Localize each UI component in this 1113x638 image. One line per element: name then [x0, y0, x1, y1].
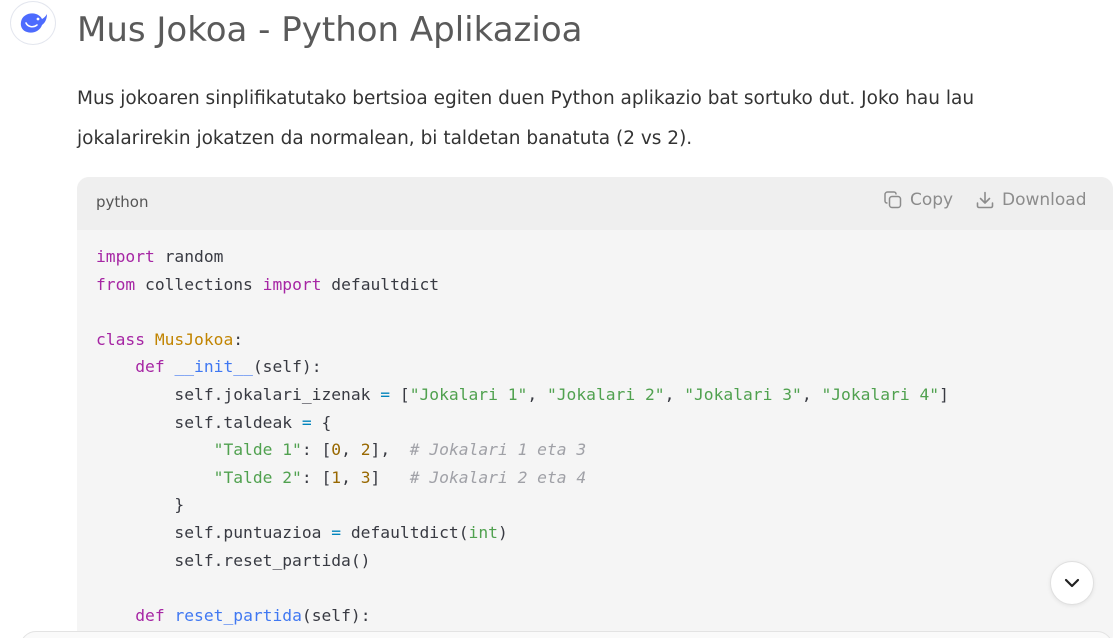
- code-line: "Talde 1": [0, 2], # Jokalari 1 eta 3: [96, 436, 949, 464]
- code-token: }: [96, 495, 185, 515]
- code-line: self.puntuazioa = defaultdict(int): [96, 519, 949, 547]
- operator-token: =: [331, 522, 342, 542]
- code-token: self.reset_partida(): [96, 550, 371, 570]
- keyword-token: def: [135, 605, 165, 625]
- operator-token: =: [380, 384, 391, 404]
- code-content: import random from collections import def…: [96, 243, 949, 629]
- keyword-token: def: [135, 357, 165, 377]
- message-intro: Mus jokoaren sinplifikatutako bertsioa e…: [77, 88, 975, 149]
- keyword-token: from: [96, 274, 136, 294]
- code-token: ,: [801, 384, 822, 404]
- code-token: collections: [135, 274, 263, 294]
- code-token: ,: [664, 384, 685, 404]
- code-line: self.taldeak = {: [96, 409, 949, 437]
- code-token: defaultdict: [321, 274, 440, 294]
- copy-button-label: Copy: [910, 190, 954, 210]
- keyword-token: class: [96, 329, 146, 349]
- deepseek-whale-icon: [20, 13, 47, 33]
- code-token: {: [311, 412, 332, 432]
- copy-button[interactable]: Copy: [883, 190, 953, 210]
- code-token: (self):: [301, 605, 371, 625]
- code-token: ): [497, 522, 508, 542]
- code-token: ,: [527, 384, 547, 404]
- code-token: defaultdict(: [341, 522, 469, 542]
- code-token: :: [233, 329, 244, 349]
- assistant-avatar: [10, 1, 56, 45]
- code-token: ,: [341, 467, 361, 487]
- message-composer[interactable]: [20, 631, 1113, 638]
- code-line: self.reset_partida(): [96, 547, 949, 575]
- code-token: [: [390, 384, 410, 404]
- code-token: ],: [370, 440, 410, 460]
- scroll-to-bottom-button[interactable]: [1050, 561, 1094, 605]
- code-token: self.puntuazioa: [96, 522, 332, 542]
- message-title: Mus Jokoa - Python Aplikazioa: [77, 10, 583, 50]
- chat-page: Mus Jokoa - Python Aplikazioa Mus jokoar…: [0, 0, 1113, 638]
- builtin-token: int: [468, 522, 498, 542]
- code-token: : [: [301, 440, 332, 460]
- number-token: 3: [360, 467, 371, 487]
- code-language-label: python: [96, 193, 149, 211]
- code-line: from collections import defaultdict: [96, 271, 949, 299]
- code-token: ]: [939, 384, 949, 404]
- code-line: def __init__(self):: [96, 353, 949, 381]
- code-line: }: [96, 491, 949, 519]
- code-token: ,: [341, 440, 361, 460]
- code-token: : [: [301, 467, 332, 487]
- comment-token: # Jokalari 1 eta 3: [409, 440, 587, 460]
- code-line: import random: [96, 243, 949, 271]
- keyword-token: import: [96, 247, 155, 266]
- string-token: "Jokalari 2": [546, 384, 665, 404]
- code-line: "Talde 2": [1, 3] # Jokalari 2 eta 4: [96, 464, 949, 492]
- string-token: "Talde 2": [213, 467, 302, 487]
- chevron-down-icon: [1064, 578, 1080, 588]
- function-name-token: __init__: [174, 357, 253, 377]
- string-token: "Jokalari 4": [821, 384, 940, 404]
- download-button[interactable]: Download: [975, 190, 1087, 210]
- code-line: def reset_partida(self):: [96, 602, 949, 630]
- keyword-token: import: [262, 274, 322, 294]
- code-token: ]: [370, 467, 410, 487]
- string-token: "Jokalari 1": [409, 384, 528, 404]
- download-icon: [976, 191, 994, 209]
- code-token: self.taldeak: [96, 412, 302, 432]
- number-token: 0: [331, 440, 342, 460]
- download-button-label: Download: [1002, 190, 1087, 210]
- string-token: "Jokalari 3": [684, 384, 802, 404]
- code-token: random: [154, 247, 224, 266]
- comment-token: # Jokalari 2 eta 4: [409, 467, 587, 487]
- operator-token: =: [301, 412, 312, 432]
- code-line: class MusJokoa:: [96, 326, 949, 354]
- code-block: python Copy Download import random from c…: [77, 177, 1113, 638]
- number-token: 1: [331, 467, 342, 487]
- code-token: self.jokalari_izenak: [96, 384, 381, 404]
- class-name-token: MusJokoa: [154, 329, 234, 349]
- code-line: self.jokalari_izenak = ["Jokalari 1", "J…: [96, 381, 949, 409]
- code-block-header: python Copy Download: [77, 177, 1113, 230]
- copy-icon: [884, 191, 902, 209]
- string-token: "Talde 1": [213, 440, 302, 460]
- code-token: (self):: [252, 357, 322, 377]
- number-token: 2: [360, 440, 371, 460]
- function-name-token: reset_partida: [174, 605, 302, 625]
